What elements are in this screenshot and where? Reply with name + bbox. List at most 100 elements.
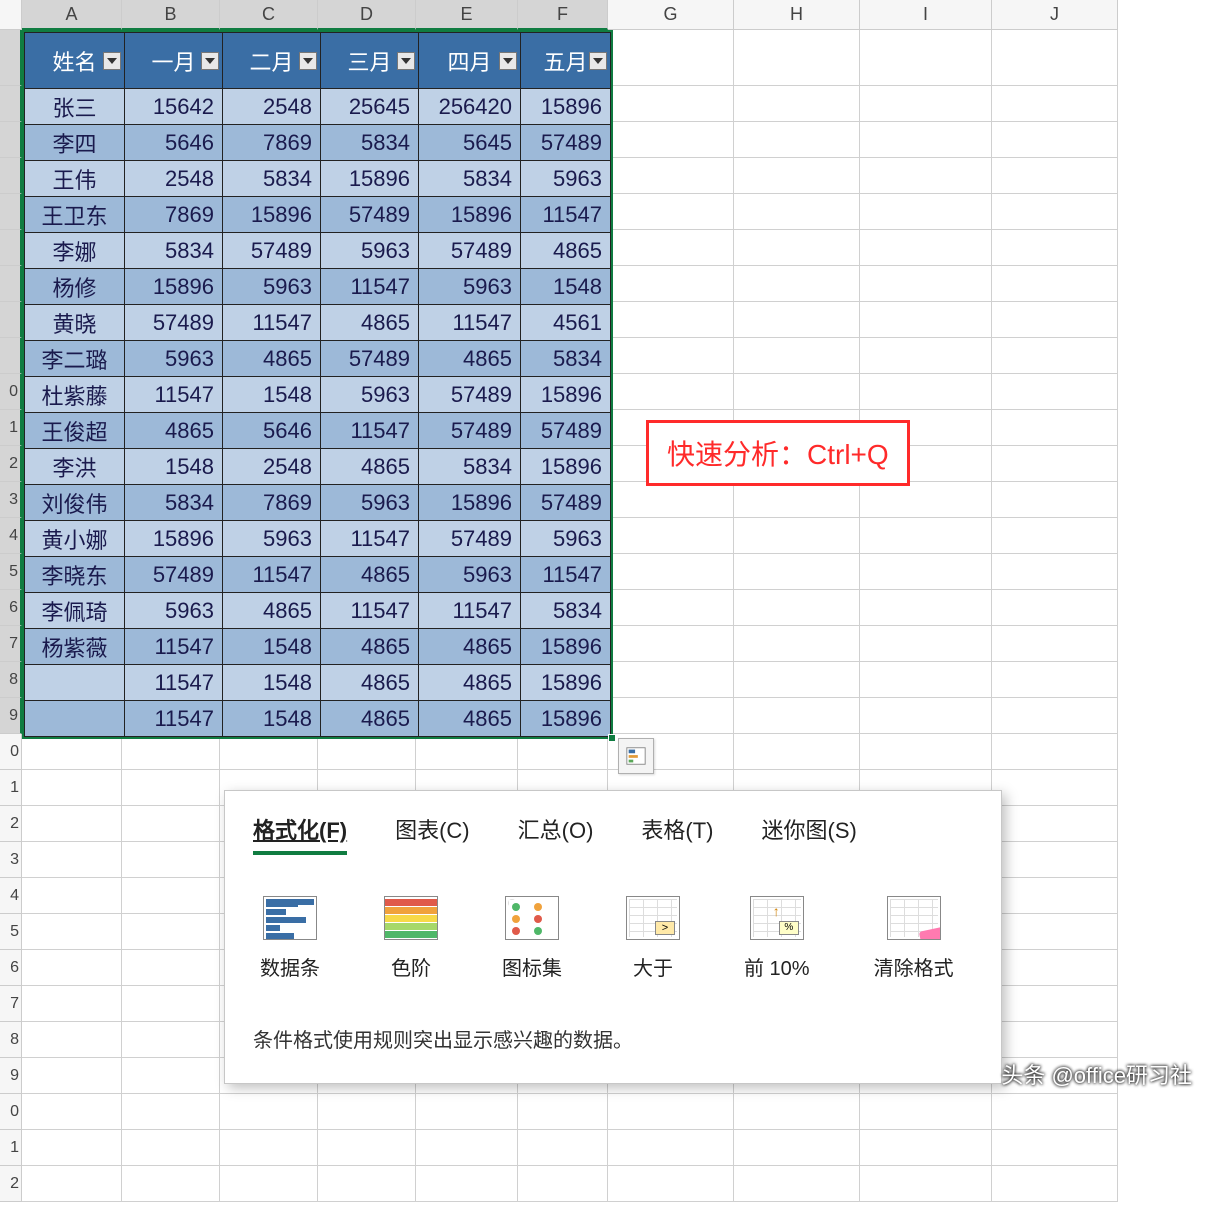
qa-item[interactable]: 数据条 xyxy=(253,889,327,988)
empty-cell[interactable] xyxy=(992,446,1118,482)
empty-cell[interactable] xyxy=(992,626,1118,662)
empty-cell[interactable] xyxy=(608,374,734,410)
value-cell[interactable]: 1548 xyxy=(223,377,321,413)
row-header[interactable] xyxy=(0,194,22,230)
qa-item[interactable]: ↑%前 10% xyxy=(737,889,817,988)
empty-cell[interactable] xyxy=(860,626,992,662)
empty-cell[interactable] xyxy=(734,122,860,158)
name-cell[interactable] xyxy=(25,701,125,737)
value-cell[interactable]: 4865 xyxy=(419,341,521,377)
column-header-A[interactable]: A xyxy=(22,0,122,30)
column-header-B[interactable]: B xyxy=(122,0,220,30)
row-header[interactable]: 4 xyxy=(0,518,22,554)
value-cell[interactable]: 7869 xyxy=(223,485,321,521)
value-cell[interactable]: 15896 xyxy=(419,485,521,521)
row-header[interactable]: 3 xyxy=(0,482,22,518)
row-header[interactable] xyxy=(0,158,22,194)
value-cell[interactable]: 15896 xyxy=(521,629,611,665)
empty-cell[interactable] xyxy=(220,1130,318,1166)
value-cell[interactable]: 4865 xyxy=(223,593,321,629)
value-cell[interactable]: 5963 xyxy=(521,161,611,197)
column-header-C[interactable]: C xyxy=(220,0,318,30)
empty-cell[interactable] xyxy=(860,194,992,230)
empty-cell[interactable] xyxy=(992,914,1118,950)
value-cell[interactable]: 4561 xyxy=(521,305,611,341)
empty-cell[interactable] xyxy=(318,734,416,770)
row-header[interactable]: 5 xyxy=(0,914,22,950)
value-cell[interactable]: 11547 xyxy=(125,701,223,737)
value-cell[interactable]: 2548 xyxy=(223,89,321,125)
value-cell[interactable]: 57489 xyxy=(321,197,419,233)
empty-cell[interactable] xyxy=(608,158,734,194)
value-cell[interactable]: 5963 xyxy=(321,485,419,521)
empty-cell[interactable] xyxy=(992,878,1118,914)
value-cell[interactable]: 11547 xyxy=(521,197,611,233)
empty-cell[interactable] xyxy=(220,1094,318,1130)
empty-cell[interactable] xyxy=(734,1130,860,1166)
filter-dropdown-icon[interactable] xyxy=(589,52,607,70)
table-header-cell[interactable]: 二月 xyxy=(223,33,321,89)
empty-cell[interactable] xyxy=(992,590,1118,626)
value-cell[interactable]: 5963 xyxy=(125,593,223,629)
empty-cell[interactable] xyxy=(608,1094,734,1130)
empty-cell[interactable] xyxy=(518,1166,608,1202)
row-header[interactable]: 2 xyxy=(0,1166,22,1202)
value-cell[interactable]: 5834 xyxy=(521,341,611,377)
empty-cell[interactable] xyxy=(992,410,1118,446)
value-cell[interactable]: 5963 xyxy=(125,341,223,377)
value-cell[interactable]: 15896 xyxy=(521,701,611,737)
empty-cell[interactable] xyxy=(122,770,220,806)
name-cell[interactable]: 黄小娜 xyxy=(25,521,125,557)
empty-cell[interactable] xyxy=(734,1094,860,1130)
value-cell[interactable]: 4865 xyxy=(321,557,419,593)
name-cell[interactable]: 王伟 xyxy=(25,161,125,197)
empty-cell[interactable] xyxy=(22,734,122,770)
empty-cell[interactable] xyxy=(860,1166,992,1202)
row-header[interactable]: 0 xyxy=(0,734,22,770)
value-cell[interactable]: 5834 xyxy=(321,125,419,161)
value-cell[interactable]: 15642 xyxy=(125,89,223,125)
empty-cell[interactable] xyxy=(860,266,992,302)
empty-cell[interactable] xyxy=(122,1058,220,1094)
empty-cell[interactable] xyxy=(608,266,734,302)
empty-cell[interactable] xyxy=(608,518,734,554)
empty-cell[interactable] xyxy=(992,302,1118,338)
empty-cell[interactable] xyxy=(992,1094,1118,1130)
value-cell[interactable]: 5834 xyxy=(223,161,321,197)
empty-cell[interactable] xyxy=(22,878,122,914)
empty-cell[interactable] xyxy=(992,806,1118,842)
empty-cell[interactable] xyxy=(992,194,1118,230)
row-header[interactable]: 1 xyxy=(0,770,22,806)
filter-dropdown-icon[interactable] xyxy=(103,52,121,70)
empty-cell[interactable] xyxy=(734,194,860,230)
row-header[interactable]: 5 xyxy=(0,554,22,590)
empty-cell[interactable] xyxy=(992,374,1118,410)
empty-cell[interactable] xyxy=(992,734,1118,770)
value-cell[interactable]: 11547 xyxy=(321,593,419,629)
empty-cell[interactable] xyxy=(122,806,220,842)
empty-cell[interactable] xyxy=(992,266,1118,302)
value-cell[interactable]: 57489 xyxy=(125,305,223,341)
empty-cell[interactable] xyxy=(608,230,734,266)
empty-cell[interactable] xyxy=(608,302,734,338)
empty-cell[interactable] xyxy=(860,734,992,770)
empty-cell[interactable] xyxy=(416,734,518,770)
empty-cell[interactable] xyxy=(734,662,860,698)
filter-dropdown-icon[interactable] xyxy=(201,52,219,70)
empty-cell[interactable] xyxy=(122,914,220,950)
empty-cell[interactable] xyxy=(860,86,992,122)
row-header[interactable]: 8 xyxy=(0,662,22,698)
column-header-J[interactable]: J xyxy=(992,0,1118,30)
empty-cell[interactable] xyxy=(122,1094,220,1130)
data-table[interactable]: 姓名一月二月三月四月五月 张三1564225482564525642015896… xyxy=(24,32,611,737)
empty-cell[interactable] xyxy=(734,554,860,590)
empty-cell[interactable] xyxy=(22,914,122,950)
row-header[interactable] xyxy=(0,122,22,158)
empty-cell[interactable] xyxy=(734,734,860,770)
value-cell[interactable]: 15896 xyxy=(223,197,321,233)
name-cell[interactable]: 杨修 xyxy=(25,269,125,305)
qa-tab[interactable]: 格式化(F) xyxy=(253,813,347,855)
value-cell[interactable]: 5963 xyxy=(521,521,611,557)
qa-tab[interactable]: 图表(C) xyxy=(395,813,470,855)
empty-cell[interactable] xyxy=(22,806,122,842)
